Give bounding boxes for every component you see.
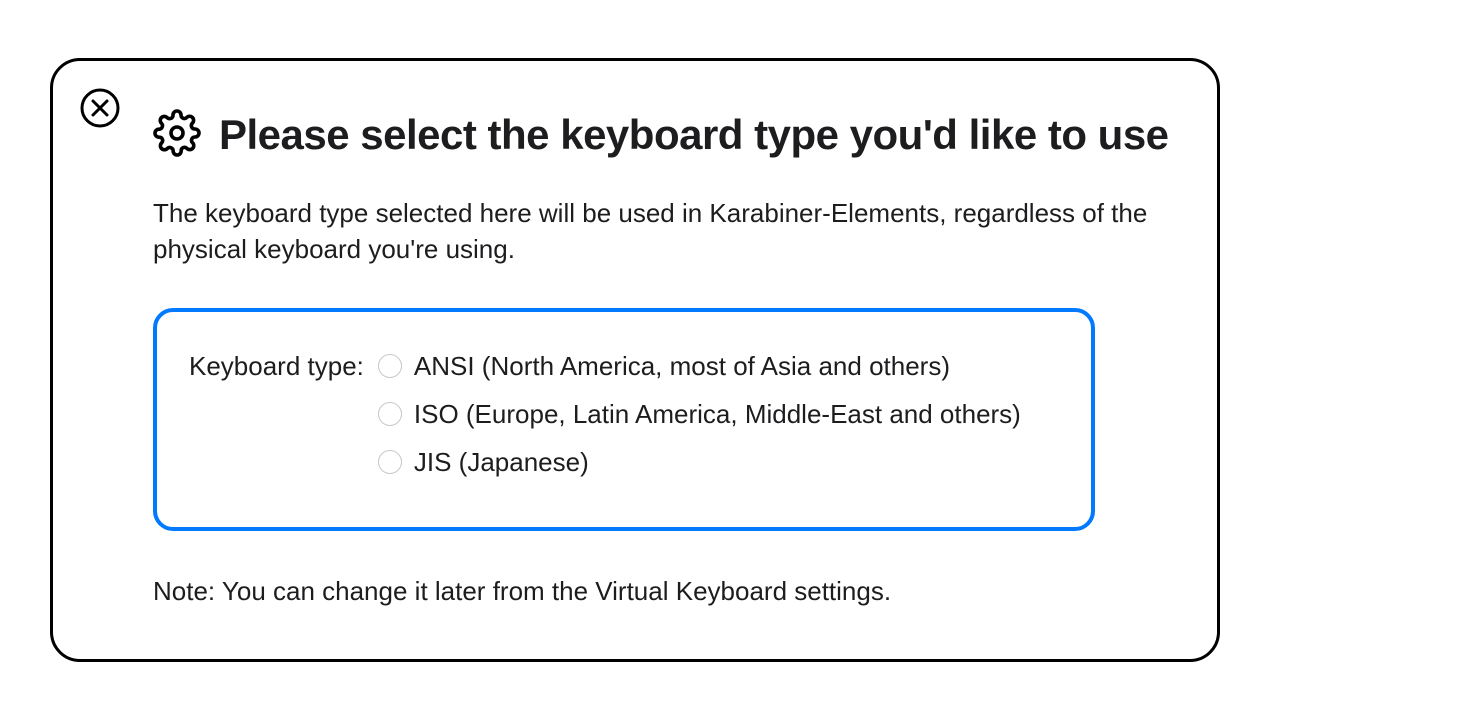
dialog-title: Please select the keyboard type you'd li… [219, 111, 1169, 159]
keyboard-type-label: Keyboard type: [189, 346, 364, 386]
radio-icon [378, 450, 402, 474]
dialog-title-row: Please select the keyboard type you'd li… [153, 109, 1177, 162]
radio-option-ansi[interactable]: ANSI (North America, most of Asia and ot… [378, 346, 1021, 386]
radio-icon [378, 402, 402, 426]
radio-label: ANSI (North America, most of Asia and ot… [414, 346, 950, 386]
keyboard-type-dialog: Please select the keyboard type you'd li… [50, 58, 1220, 662]
radio-icon [378, 354, 402, 378]
radio-label: ISO (Europe, Latin America, Middle-East … [414, 394, 1021, 434]
gear-icon [153, 109, 201, 162]
dialog-description: The keyboard type selected here will be … [153, 196, 1153, 268]
keyboard-type-selection-box: Keyboard type: ANSI (North America, most… [153, 308, 1095, 531]
keyboard-type-options: ANSI (North America, most of Asia and ot… [378, 346, 1021, 483]
radio-option-jis[interactable]: JIS (Japanese) [378, 442, 1021, 482]
dialog-note: Note: You can change it later from the V… [153, 573, 1177, 609]
radio-label: JIS (Japanese) [414, 442, 589, 482]
close-button[interactable] [79, 87, 121, 129]
radio-option-iso[interactable]: ISO (Europe, Latin America, Middle-East … [378, 394, 1021, 434]
close-icon [79, 87, 121, 129]
